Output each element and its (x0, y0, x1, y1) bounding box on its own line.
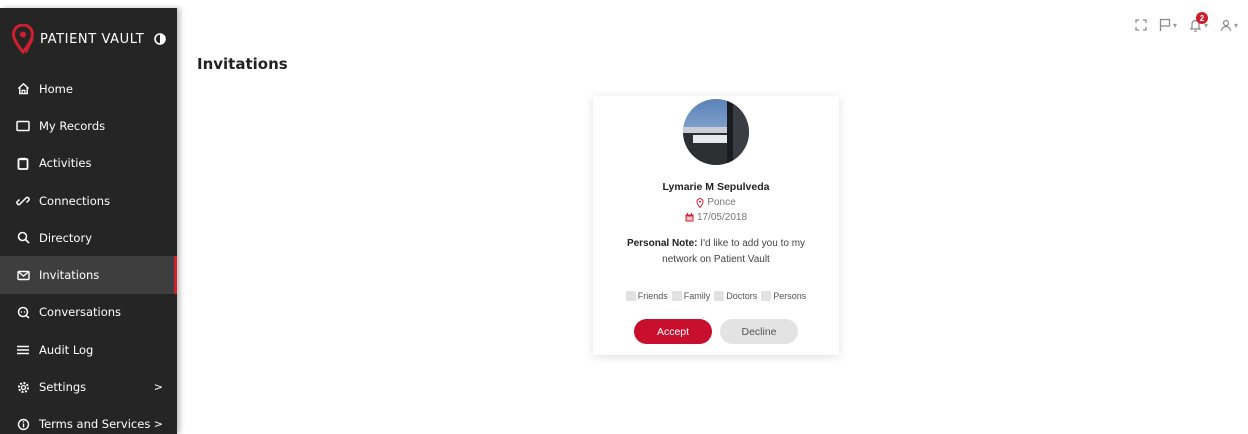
group-checkbox-friends[interactable]: Friends (625, 291, 668, 301)
fullscreen-button[interactable] (1135, 19, 1147, 31)
group-label: Friends (637, 291, 668, 301)
app: PATIENT VAULT Home My Records Activities (0, 0, 1248, 434)
location-pin-icon (696, 197, 704, 208)
invitation-card: Lymarie M Sepulveda Ponce 17/05/2018 Per… (593, 96, 839, 355)
sidebar-item-label: Settings (39, 380, 87, 395)
sidebar-item-label: Directory (39, 230, 93, 245)
page-title: Invitations (197, 55, 288, 73)
sidebar-item-label: Terms and Services (39, 417, 151, 432)
checkbox[interactable] (761, 291, 772, 301)
search-icon (16, 231, 30, 245)
group-label: Family (683, 291, 711, 301)
envelope-icon (16, 268, 30, 282)
location-pin-logo-icon (12, 24, 34, 54)
sidebar-item-directory[interactable]: Directory (0, 219, 177, 256)
avatar (683, 99, 749, 165)
brand[interactable]: PATIENT VAULT (0, 8, 177, 70)
clipboard-icon (16, 156, 30, 170)
user-menu-button[interactable]: ▾ (1220, 19, 1238, 32)
sidebar-item-audit-log[interactable]: Audit Log (0, 331, 177, 368)
sidebar-toggle-icon[interactable] (154, 33, 167, 45)
personal-note-label: Personal Note: (626, 238, 698, 249)
checkbox[interactable] (625, 291, 636, 301)
group-label: Doctors (726, 291, 758, 301)
notifications-button[interactable]: 2 ▾ (1189, 12, 1208, 32)
sidebar-item-label: My Records (39, 118, 106, 133)
sidebar-item-label: Conversations (39, 305, 122, 320)
home-icon (16, 82, 30, 96)
sidebar-item-label: Invitations (39, 268, 100, 283)
avatar-photo (683, 99, 749, 165)
group-checkbox-persons[interactable]: Persons (761, 291, 806, 301)
invitation-date: 17/05/2018 (593, 212, 839, 223)
sidebar-item-label: Connections (39, 193, 111, 208)
accept-button[interactable]: Accept (634, 319, 712, 344)
folder-icon (16, 119, 30, 133)
chevron-right-icon: > (153, 380, 163, 394)
fullscreen-icon (1135, 19, 1147, 31)
sidebar-item-home[interactable]: Home (0, 70, 177, 107)
checkbox[interactable] (671, 291, 682, 301)
group-checkbox-doctors[interactable]: Doctors (714, 291, 757, 301)
chat-icon (16, 305, 30, 319)
gear-icon (16, 380, 30, 394)
chevron-right-icon: > (153, 417, 163, 431)
sidebar-item-activities[interactable]: Activities (0, 145, 177, 182)
link-icon (16, 194, 30, 208)
decline-button[interactable]: Decline (720, 319, 798, 344)
sidebar-item-label: Audit Log (39, 342, 94, 357)
topbar: ▾ 2 ▾ ▾ (1135, 12, 1238, 32)
group-checkbox-family[interactable]: Family (671, 291, 711, 301)
user-icon (1220, 19, 1232, 31)
sidebar-item-invitations[interactable]: Invitations (0, 256, 177, 295)
chevron-down-icon: ▾ (1172, 20, 1177, 30)
notification-badge: 2 (1195, 12, 1208, 24)
calendar-icon (685, 213, 694, 222)
group-checkboxes: Friends Family Doctors Persons (593, 291, 839, 301)
sidebar-item-label: Home (39, 81, 73, 96)
checkbox[interactable] (714, 291, 725, 301)
invitee-location: Ponce (593, 197, 839, 208)
location-text: Ponce (707, 197, 736, 208)
sidebar-item-label: Activities (39, 156, 92, 171)
flag-menu-button[interactable]: ▾ (1159, 18, 1177, 32)
invitation-actions: Accept Decline (593, 319, 839, 344)
sidebar: PATIENT VAULT Home My Records Activities (0, 8, 177, 434)
date-text: 17/05/2018 (696, 212, 748, 223)
sidebar-item-terms-and-services[interactable]: Terms and Services > (0, 406, 177, 434)
sidebar-item-settings[interactable]: Settings > (0, 368, 177, 405)
list-icon (16, 343, 30, 357)
invitee-name: Lymarie M Sepulveda (662, 181, 770, 193)
info-icon (16, 417, 30, 431)
group-label: Persons (773, 291, 807, 301)
sidebar-item-conversations[interactable]: Conversations (0, 294, 177, 331)
sidebar-item-connections[interactable]: Connections (0, 182, 177, 219)
chevron-down-icon: ▾ (1233, 20, 1238, 30)
flag-icon (1159, 18, 1171, 31)
personal-note: Personal Note: I'd like to add you to my… (609, 236, 823, 268)
brand-name: PATIENT VAULT (40, 31, 145, 47)
sidebar-item-my-records[interactable]: My Records (0, 107, 177, 144)
